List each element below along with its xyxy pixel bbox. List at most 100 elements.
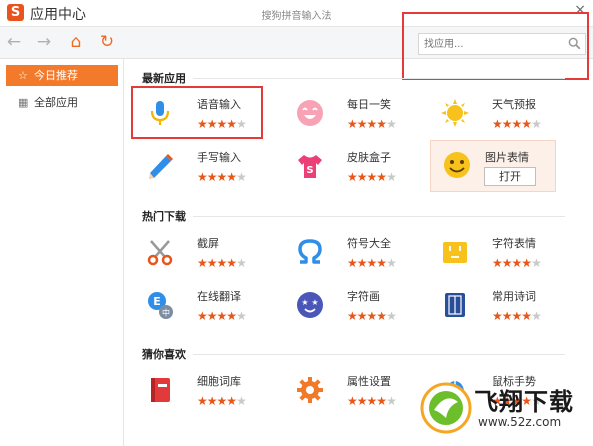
star-filled-icon: ★ [501, 117, 513, 131]
rating-stars: ★★★★★ [197, 394, 247, 408]
star-filled-icon: ★ [492, 117, 503, 131]
back-arrow-icon[interactable]: ← [4, 32, 24, 52]
sidebar-item-today[interactable]: ☆ 今日推荐 [6, 65, 118, 86]
app-name: 细胞词库 [197, 375, 241, 388]
star-filled-icon: ★ [206, 170, 218, 184]
open-button[interactable]: 打开 [484, 167, 536, 186]
search-input[interactable] [424, 34, 564, 54]
star-filled-icon: ★ [521, 256, 532, 270]
rating-stars: ★★★★★ [492, 309, 542, 323]
app-name: 语音输入 [197, 98, 241, 111]
translate-icon: E 中 [148, 292, 173, 319]
yellow-smiley-icon [444, 152, 470, 178]
star-empty-icon: ★ [386, 394, 397, 408]
star-filled-icon: ★ [511, 117, 523, 131]
app-char-emoticons[interactable]: 字符表情 ★★★★★ [430, 229, 560, 279]
svg-text:★: ★ [311, 298, 318, 307]
sun-icon [441, 99, 469, 127]
star-filled-icon: ★ [197, 170, 208, 184]
star-filled-icon: ★ [366, 309, 378, 323]
app-poems[interactable]: 常用诗词 ★★★★★ [430, 282, 560, 332]
rating-stars: ★★★★★ [347, 309, 397, 323]
star-filled-icon: ★ [376, 309, 387, 323]
star-filled-icon: ★ [347, 170, 358, 184]
app-name: 符号大全 [347, 237, 391, 250]
star-filled-icon: ★ [197, 117, 208, 131]
star-filled-icon: ★ [347, 394, 358, 408]
app-name: 截屏 [197, 237, 219, 250]
search-icon[interactable] [568, 37, 581, 50]
star-filled-icon: ★ [197, 394, 208, 408]
star-filled-icon: ★ [226, 170, 237, 184]
star-filled-icon: ★ [376, 256, 387, 270]
section-divider [193, 216, 565, 217]
star-filled-icon: ★ [511, 309, 523, 323]
star-filled-icon: ★ [226, 117, 237, 131]
app-daily-joke[interactable]: 每日一笑 ★★★★★ [285, 90, 415, 140]
emoticon-box-icon [443, 242, 467, 263]
app-weather[interactable]: 天气预报 ★★★★★ [430, 90, 560, 140]
star-filled-icon: ★ [366, 117, 378, 131]
forward-arrow-icon[interactable]: → [34, 32, 54, 52]
app-screenshot[interactable]: 截屏 ★★★★★ [135, 229, 265, 279]
app-voice-input[interactable]: 语音输入 ★★★★★ [135, 90, 265, 140]
star-empty-icon: ★ [236, 309, 247, 323]
home-icon[interactable]: ⌂ [66, 32, 86, 52]
rating-stars: ★★★★★ [197, 170, 247, 184]
star-filled-icon: ★ [226, 309, 237, 323]
app-char-art[interactable]: ★ ★ 字符画 ★★★★★ [285, 282, 415, 332]
star-filled-icon: ★ [492, 309, 503, 323]
red-book-icon [151, 378, 170, 402]
title-bar: S 应用中心 搜狗拼音输入法 × [0, 0, 593, 27]
grid-icon: ▦ [18, 96, 29, 109]
section-title-guess: 猜你喜欢 [142, 348, 186, 361]
refresh-icon[interactable]: ↻ [97, 32, 117, 52]
rating-stars: ★★★★★ [492, 256, 542, 270]
rating-stars: ★★★★★ [347, 256, 397, 270]
star-filled-icon: ★ [226, 394, 237, 408]
app-handwriting[interactable]: 手写输入 ★★★★★ [135, 143, 265, 193]
star-icon: ☆ [18, 69, 28, 82]
app-settings[interactable]: 属性设置 ★★★★★ [285, 367, 415, 417]
star-filled-icon: ★ [501, 309, 513, 323]
app-name: 在线翻译 [197, 290, 241, 303]
sidebar-item-label: 今日推荐 [34, 69, 78, 82]
app-name: 图片表情 [485, 151, 529, 164]
star-filled-icon: ★ [206, 117, 218, 131]
star-filled-icon: ★ [347, 256, 358, 270]
app-name: 属性设置 [347, 375, 391, 388]
star-filled-icon: ★ [376, 394, 387, 408]
star-empty-icon: ★ [531, 117, 542, 131]
star-filled-icon: ★ [216, 170, 228, 184]
star-filled-icon: ★ [216, 117, 228, 131]
app-name: 字符画 [347, 290, 380, 303]
star-filled-icon: ★ [366, 170, 378, 184]
star-filled-icon: ★ [347, 117, 358, 131]
app-name: 手写输入 [197, 151, 241, 164]
star-filled-icon: ★ [521, 309, 532, 323]
close-button[interactable]: × [574, 2, 586, 18]
app-skin-box[interactable]: S 皮肤盒子 ★★★★★ [285, 143, 415, 193]
app-symbols[interactable]: 符号大全 ★★★★★ [285, 229, 415, 279]
watermark: 飞翔下载 www.52z.com [418, 380, 593, 446]
rating-stars: ★★★★★ [197, 256, 247, 270]
section-divider [193, 354, 565, 355]
star-filled-icon: ★ [376, 117, 387, 131]
svg-text:中: 中 [162, 308, 170, 318]
watermark-logo-icon [420, 382, 472, 434]
rating-stars: ★★★★★ [347, 117, 397, 131]
section-title-new: 最新应用 [142, 72, 186, 85]
star-filled-icon: ★ [376, 170, 387, 184]
sidebar-item-all-apps[interactable]: ▦ 全部应用 [6, 92, 118, 113]
star-filled-icon: ★ [511, 256, 523, 270]
star-filled-icon: ★ [366, 394, 378, 408]
star-empty-icon: ★ [236, 170, 247, 184]
star-filled-icon: ★ [216, 394, 228, 408]
app-online-translate[interactable]: E 中 在线翻译 ★★★★★ [135, 282, 265, 332]
app-name: 每日一笑 [347, 98, 391, 111]
watermark-url: www.52z.com [478, 415, 562, 429]
star-empty-icon: ★ [531, 256, 542, 270]
svg-text:S: S [306, 165, 313, 176]
app-cell-dictionary[interactable]: 细胞词库 ★★★★★ [135, 367, 265, 417]
star-filled-icon: ★ [206, 256, 218, 270]
